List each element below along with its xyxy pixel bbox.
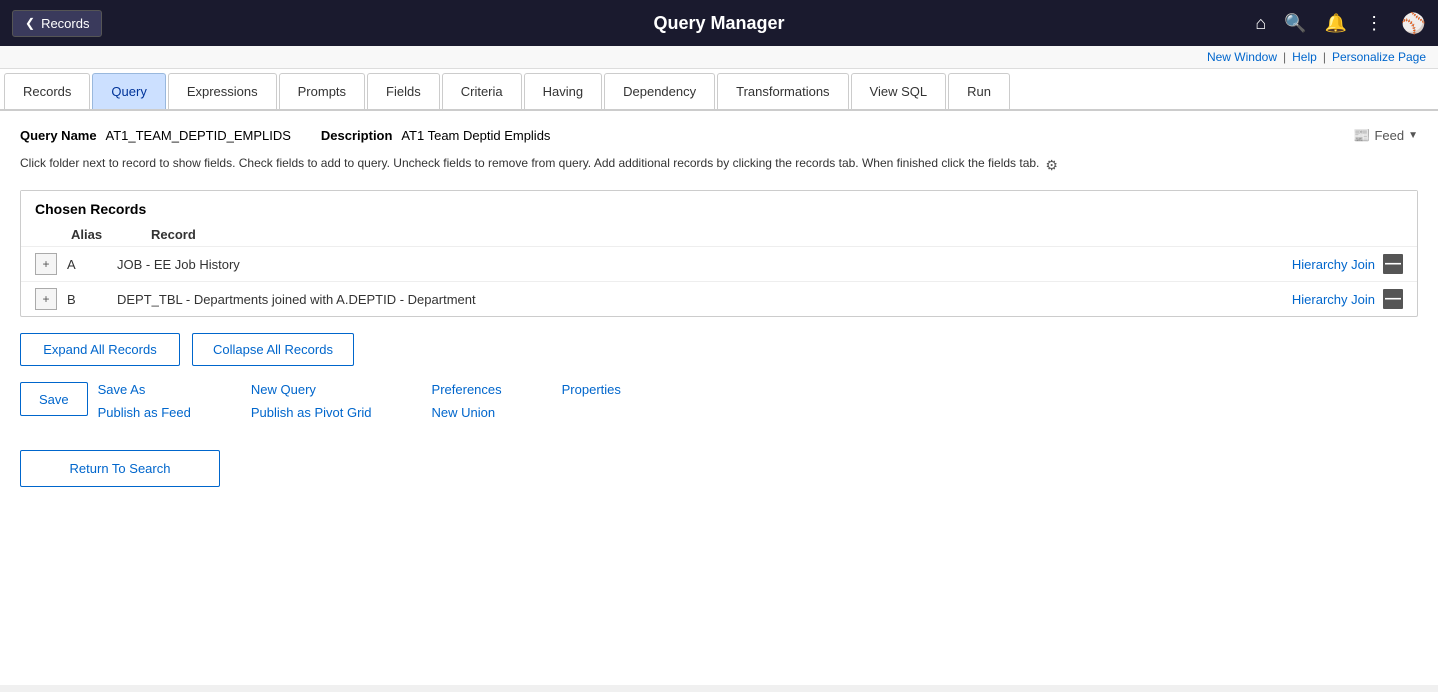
tab-view-sql[interactable]: View SQL (851, 73, 947, 109)
tab-dependency[interactable]: Dependency (604, 73, 715, 109)
personalize-link[interactable]: Personalize Page (1332, 50, 1426, 64)
tab-navigation: Records Query Expressions Prompts Fields… (0, 69, 1438, 111)
tab-having[interactable]: Having (524, 73, 602, 109)
query-name-value: AT1_TEAM_DEPTID_EMPLIDS (106, 128, 291, 143)
back-to-records-button[interactable]: ❮ Records (12, 10, 102, 37)
new-union-link[interactable]: New Union (432, 405, 502, 420)
records-table-header: Alias Record (21, 223, 1417, 246)
separator-1: | (1283, 50, 1286, 64)
top-icon-group: ⌂ 🔍 🔔 ⋮ ⚾ (1255, 11, 1426, 36)
expand-all-records-button[interactable]: Expand All Records (20, 333, 180, 366)
chosen-records-title: Chosen Records (21, 191, 1417, 223)
instructions-text: Click folder next to record to show fiel… (20, 154, 1418, 176)
tab-records[interactable]: Records (4, 73, 90, 109)
tab-run[interactable]: Run (948, 73, 1010, 109)
description-value: AT1 Team Deptid Emplids (401, 128, 550, 143)
return-to-search-button[interactable]: Return To Search (20, 450, 220, 487)
tab-criteria[interactable]: Criteria (442, 73, 522, 109)
new-query-link[interactable]: New Query (251, 382, 372, 397)
page-title: Query Manager (653, 13, 784, 34)
header-record: Record (151, 227, 1403, 242)
remove-record-b-button[interactable]: — (1383, 289, 1403, 309)
back-button-label: Records (41, 16, 89, 31)
chevron-left-icon: ❮ (25, 16, 35, 30)
tab-prompts[interactable]: Prompts (279, 73, 365, 109)
preferences-links-column: Preferences New Union (432, 382, 502, 420)
separator-2: | (1323, 50, 1326, 64)
more-options-icon[interactable]: ⋮ (1365, 13, 1383, 34)
save-links-column: Save As Publish as Feed (98, 382, 191, 420)
tab-expressions[interactable]: Expressions (168, 73, 277, 109)
description-label: Description (321, 128, 393, 143)
settings-icon[interactable]: ⚙ (1045, 155, 1058, 176)
chosen-records-container: Chosen Records Alias Record + A JOB - EE… (20, 190, 1418, 317)
top-navigation-bar: ❮ Records Query Manager ⌂ 🔍 🔔 ⋮ ⚾ (0, 0, 1438, 46)
query-metadata: Query Name AT1_TEAM_DEPTID_EMPLIDS Descr… (20, 127, 1418, 144)
save-button[interactable]: Save (20, 382, 88, 416)
feed-button[interactable]: 📰 Feed ▼ (1353, 127, 1418, 144)
properties-link[interactable]: Properties (562, 382, 621, 397)
instructions-content: Click folder next to record to show fiel… (20, 154, 1039, 172)
preferences-link[interactable]: Preferences (432, 382, 502, 397)
tab-fields[interactable]: Fields (367, 73, 440, 109)
utility-bar: New Window | Help | Personalize Page (0, 46, 1438, 69)
hierarchy-join-a-link[interactable]: Hierarchy Join (1292, 257, 1375, 272)
query-name-label: Query Name (20, 128, 97, 143)
new-window-link[interactable]: New Window (1207, 50, 1277, 64)
new-query-links-column: New Query Publish as Pivot Grid (251, 382, 372, 420)
properties-links-column: Properties (562, 382, 621, 397)
expand-collapse-buttons: Expand All Records Collapse All Records (20, 333, 1418, 366)
tab-transformations[interactable]: Transformations (717, 73, 848, 109)
record-name-b: DEPT_TBL - Departments joined with A.DEP… (117, 292, 1292, 307)
action-links-area: Save Save As Publish as Feed New Query P… (20, 382, 1418, 420)
record-name-a: JOB - EE Job History (117, 257, 1292, 272)
publish-as-pivot-link[interactable]: Publish as Pivot Grid (251, 405, 372, 420)
feed-dropdown-icon: ▼ (1408, 130, 1418, 141)
search-icon[interactable]: 🔍 (1284, 13, 1306, 34)
help-link[interactable]: Help (1292, 50, 1317, 64)
feed-label: Feed (1374, 128, 1404, 143)
collapse-all-records-button[interactable]: Collapse All Records (192, 333, 354, 366)
accessibility-icon[interactable]: ⚾ (1401, 11, 1426, 36)
record-row: + B DEPT_TBL - Departments joined with A… (21, 281, 1417, 316)
record-alias-b: B (67, 292, 117, 307)
query-name-section: Query Name AT1_TEAM_DEPTID_EMPLIDS (20, 128, 291, 143)
tab-query[interactable]: Query (92, 73, 165, 109)
save-as-link[interactable]: Save As (98, 382, 191, 397)
main-content-area: Query Name AT1_TEAM_DEPTID_EMPLIDS Descr… (0, 111, 1438, 685)
query-description-section: Description AT1 Team Deptid Emplids (321, 128, 551, 143)
remove-record-a-button[interactable]: — (1383, 254, 1403, 274)
expand-row-a-button[interactable]: + (35, 253, 57, 275)
home-icon[interactable]: ⌂ (1255, 13, 1266, 34)
expand-row-b-button[interactable]: + (35, 288, 57, 310)
hierarchy-join-b-link[interactable]: Hierarchy Join (1292, 292, 1375, 307)
notification-icon[interactable]: 🔔 (1325, 13, 1347, 34)
header-alias: Alias (71, 227, 151, 242)
publish-as-feed-link[interactable]: Publish as Feed (98, 405, 191, 420)
record-row: + A JOB - EE Job History Hierarchy Join … (21, 246, 1417, 281)
feed-icon: 📰 (1353, 127, 1370, 144)
record-alias-a: A (67, 257, 117, 272)
